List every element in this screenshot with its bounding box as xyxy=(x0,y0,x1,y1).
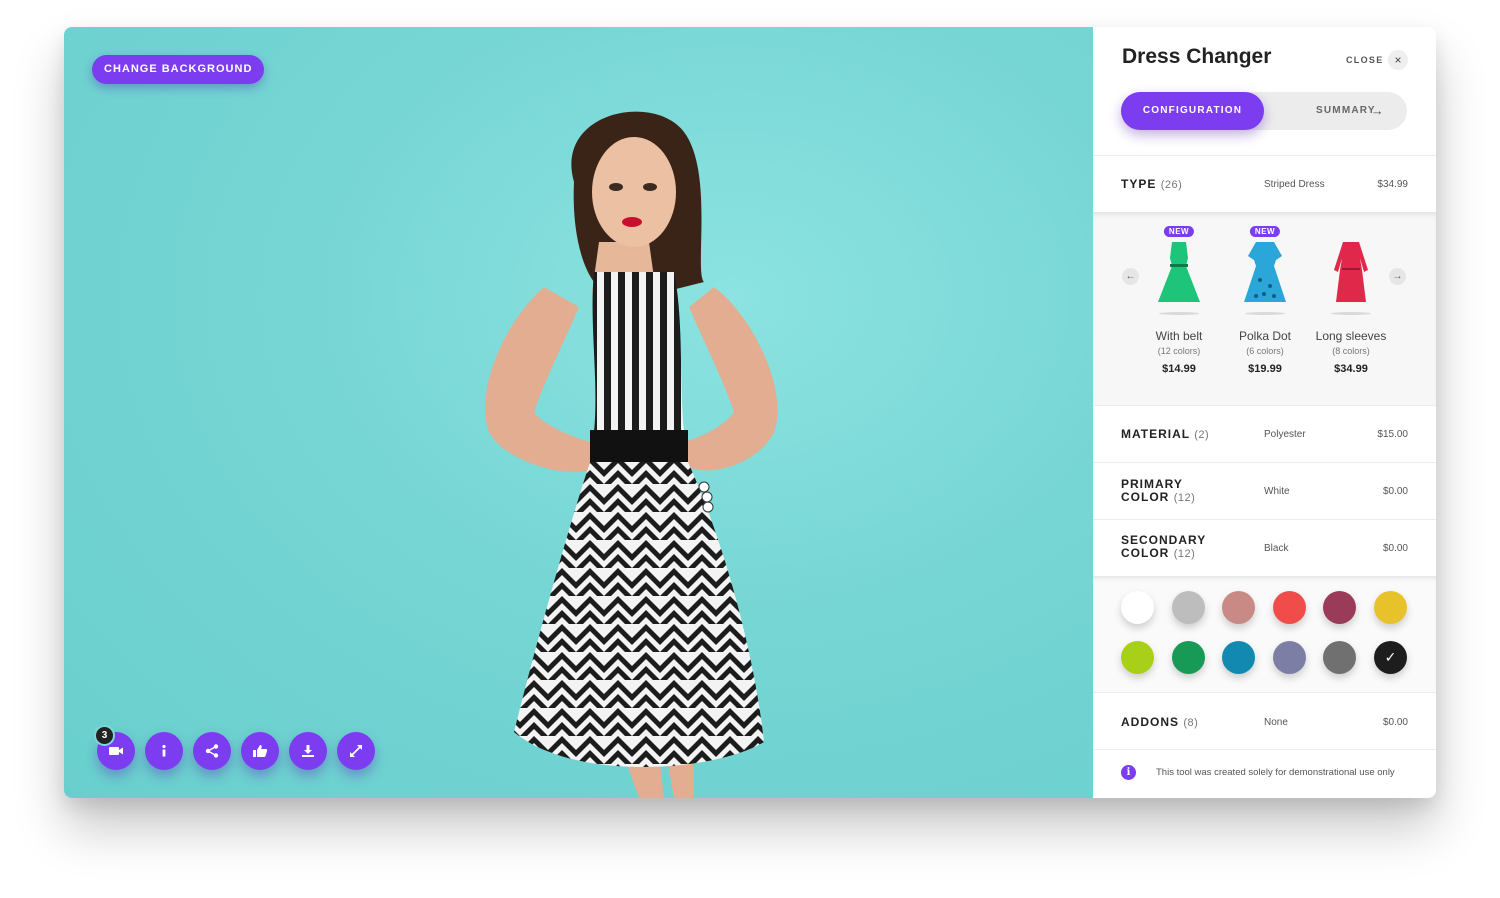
secondary-color-value: Black xyxy=(1264,543,1289,554)
download-button[interactable] xyxy=(289,732,327,770)
item-price: $19.99 xyxy=(1248,363,1282,375)
panel-tabs: CONFIGURATION SUMMARY → xyxy=(1121,92,1407,130)
green-dress-image xyxy=(1158,242,1200,302)
material-value: Polyester xyxy=(1264,429,1306,440)
info-circle-icon: i xyxy=(1121,765,1136,780)
item-name: With belt xyxy=(1155,329,1203,343)
item-price: $34.99 xyxy=(1334,363,1368,375)
swatch-teal-blue[interactable] xyxy=(1222,641,1255,674)
info-button[interactable] xyxy=(145,732,183,770)
item-shadow xyxy=(1159,312,1199,315)
secondary-color-row[interactable]: SECONDARY COLOR (12) Black $0.00 xyxy=(1093,519,1436,577)
type-label: TYPE (26) xyxy=(1121,177,1183,191)
tab-summary-label: SUMMARY xyxy=(1316,105,1376,116)
primary-color-count: (12) xyxy=(1173,492,1196,504)
swatch-green[interactable] xyxy=(1172,641,1205,674)
swatch-red[interactable] xyxy=(1273,591,1306,624)
red-dress-image xyxy=(1334,242,1368,302)
info-icon xyxy=(162,744,166,757)
addons-count: (8) xyxy=(1183,717,1199,729)
tab-configuration[interactable]: CONFIGURATION xyxy=(1121,92,1264,130)
new-badge: NEW xyxy=(1163,226,1195,237)
color-swatch-grid: ✓ xyxy=(1093,576,1436,692)
primary-color-value: White xyxy=(1264,486,1290,497)
stage-toolbar: 3 xyxy=(94,725,375,770)
item-colors: (8 colors) xyxy=(1332,346,1370,356)
check-icon: ✓ xyxy=(1384,649,1397,665)
secondary-color-label: SECONDARY COLOR (12) xyxy=(1121,533,1207,561)
blue-dress-image xyxy=(1244,242,1286,302)
secondary-color-count: (12) xyxy=(1173,548,1196,560)
primary-color-price: $0.00 xyxy=(1382,486,1408,497)
type-count: (26) xyxy=(1160,179,1183,191)
item-name: Polka Dot xyxy=(1238,329,1292,343)
type-price: $34.99 xyxy=(1377,179,1408,190)
close-label[interactable]: CLOSE xyxy=(1346,55,1384,65)
like-button[interactable] xyxy=(241,732,279,770)
item-shadow xyxy=(1245,312,1285,315)
swatch-plum[interactable] xyxy=(1323,591,1356,624)
material-row[interactable]: MATERIAL (2) Polyester $15.00 xyxy=(1093,405,1436,463)
item-name: Long sleeves xyxy=(1315,329,1387,343)
video-button[interactable]: 3 xyxy=(94,725,135,770)
dress-type-gallery: ← → NEW With belt (12 colors) $14.99 NEW xyxy=(1093,212,1436,405)
item-colors: (6 colors) xyxy=(1246,346,1284,356)
secondary-color-price: $0.00 xyxy=(1382,543,1408,554)
type-row[interactable]: TYPE (26) Striped Dress $34.99 xyxy=(1093,155,1436,212)
change-background-button[interactable]: CHANGE BACKGROUND xyxy=(92,55,265,84)
close-icon[interactable]: × xyxy=(1388,50,1408,70)
share-icon xyxy=(205,744,219,758)
preview-stage: CHANGE BACKGROUND 3 xyxy=(64,27,1093,798)
new-badge: NEW xyxy=(1249,226,1281,237)
primary-color-label: PRIMARY COLOR (12) xyxy=(1121,477,1196,505)
material-label: MATERIAL (2) xyxy=(1121,427,1210,441)
thumbs-up-icon xyxy=(253,745,268,757)
configurator-panel: Dress Changer CLOSE × CONFIGURATION SUMM… xyxy=(1093,27,1436,798)
addons-price: $0.00 xyxy=(1382,717,1408,728)
item-price: $14.99 xyxy=(1162,363,1196,375)
swatch-yellow[interactable] xyxy=(1374,591,1407,624)
disclaimer-text: This tool was created solely for demonst… xyxy=(1156,767,1395,778)
video-icon xyxy=(109,747,123,755)
swatch-dusty-rose[interactable] xyxy=(1222,591,1255,624)
gallery-item-polka-dot[interactable]: NEW Polka Dot (6 colors) $19.99 xyxy=(1222,224,1308,394)
swatch-dark-gray[interactable] xyxy=(1323,641,1356,674)
gallery-item-with-belt[interactable]: NEW With belt (12 colors) $14.99 xyxy=(1136,224,1222,394)
share-button[interactable] xyxy=(193,732,231,770)
download-icon xyxy=(302,745,314,757)
item-colors: (12 colors) xyxy=(1157,346,1201,356)
addons-label: ADDONS (8) xyxy=(1121,715,1199,729)
swatch-slate[interactable] xyxy=(1273,641,1306,674)
swatch-light-gray[interactable] xyxy=(1172,591,1205,624)
arrow-right-icon: → xyxy=(1370,103,1385,118)
expand-icon xyxy=(350,745,362,757)
addons-value: None xyxy=(1264,717,1288,728)
material-count: (2) xyxy=(1194,429,1210,441)
tab-summary[interactable]: SUMMARY → xyxy=(1264,92,1407,130)
fullscreen-button[interactable] xyxy=(337,732,375,770)
video-count-badge: 3 xyxy=(94,725,115,746)
primary-color-row[interactable]: PRIMARY COLOR (12) White $0.00 xyxy=(1093,462,1436,520)
gallery-item-long-sleeves[interactable]: Long sleeves (8 colors) $34.99 xyxy=(1308,224,1394,394)
panel-title: Dress Changer xyxy=(1122,45,1272,68)
swatch-lime[interactable] xyxy=(1121,641,1154,674)
material-price: $15.00 xyxy=(1377,429,1408,440)
item-shadow xyxy=(1331,312,1371,315)
swatch-white[interactable] xyxy=(1121,591,1154,624)
addons-row[interactable]: ADDONS (8) None $0.00 xyxy=(1093,692,1436,750)
type-value: Striped Dress xyxy=(1264,179,1325,190)
configurator-window: CHANGE BACKGROUND 3 Dress Changer CLOSE … xyxy=(64,27,1436,798)
swatch-black-selected[interactable]: ✓ xyxy=(1374,641,1407,674)
model-in-striped-dress-image xyxy=(485,111,778,798)
